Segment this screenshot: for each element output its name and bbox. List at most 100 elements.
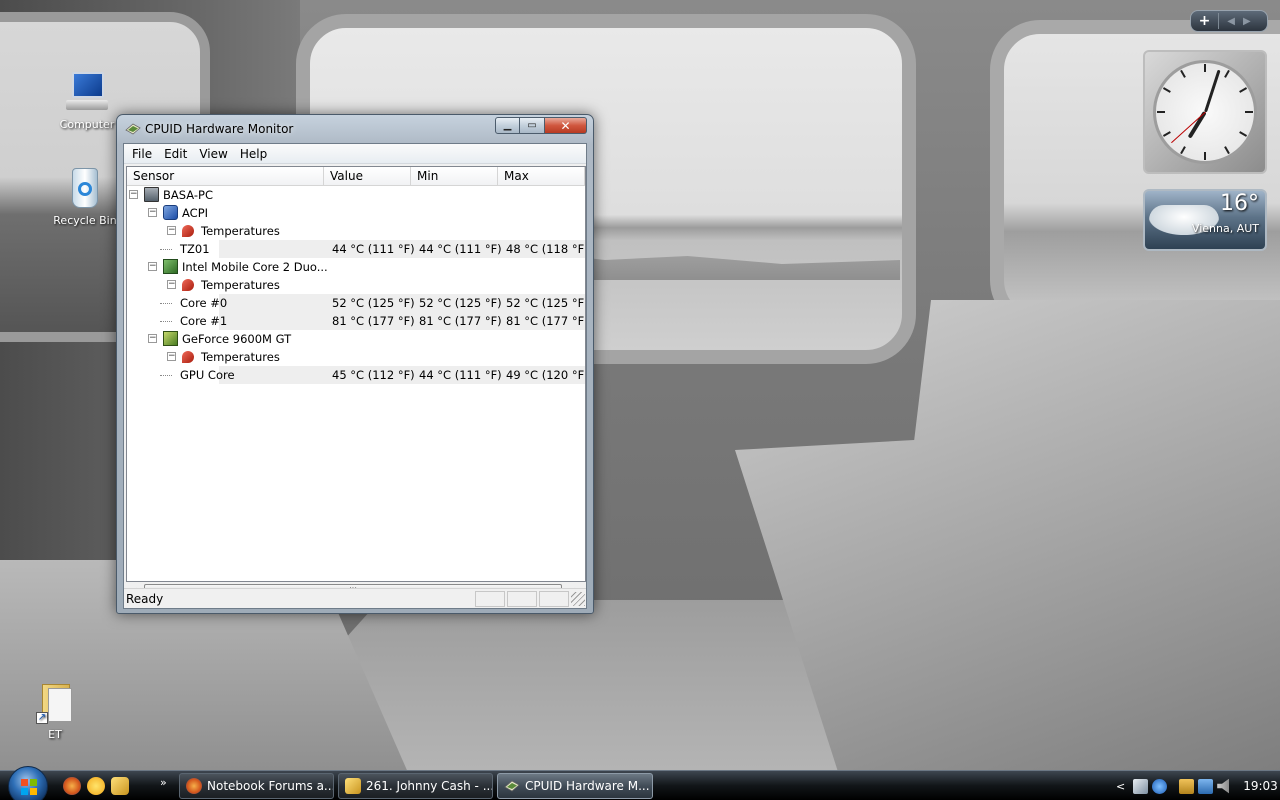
taskbar-clock[interactable]: 19:03 — [1243, 779, 1278, 793]
collapse-toggle-icon[interactable]: − — [148, 334, 157, 343]
resize-grip-icon[interactable] — [571, 591, 585, 606]
sensor-max-cell: 52 °C (125 °F) — [506, 296, 586, 310]
minimize-icon: ▁ — [503, 120, 512, 131]
sensor-reading-row[interactable]: GPU Core 45 °C (112 °F) 44 °C (111 °F) 49 °… — [127, 366, 585, 384]
column-header-min[interactable]: Min — [411, 167, 498, 185]
tree-node-row[interactable]: − GeForce 9600M GT — [127, 330, 585, 348]
thermometer-icon — [182, 351, 194, 363]
network-icon[interactable] — [1198, 778, 1214, 794]
computer-icon — [64, 70, 110, 116]
clock-gadget[interactable] — [1143, 50, 1267, 174]
cpu-icon — [163, 259, 178, 274]
close-button[interactable]: ✕ — [545, 117, 587, 134]
status-pane — [539, 590, 569, 607]
desktop-icon-computer[interactable]: Computer — [52, 70, 122, 131]
tool-icon[interactable] — [111, 777, 129, 795]
sensor-name: BASA-PC — [163, 188, 213, 202]
column-headers: Sensor Value Min Max — [127, 167, 585, 186]
tray-app-icon[interactable] — [1133, 778, 1149, 794]
sensor-reading-row[interactable]: Core #0 52 °C (125 °F) 52 °C (125 °F) 52 °C… — [127, 294, 585, 312]
tree-node-row[interactable]: − ACPI — [127, 204, 585, 222]
add-gadget-button[interactable]: + — [1191, 13, 1219, 29]
power-icon[interactable] — [1179, 778, 1195, 794]
maximize-icon: ▭ — [527, 120, 537, 131]
desktop-icon-recycle-bin[interactable]: Recycle Bin — [50, 166, 120, 227]
start-button[interactable] — [8, 766, 48, 800]
sensor-max-cell: 49 °C (120 °F) — [506, 368, 586, 382]
status-text: Ready — [126, 591, 164, 606]
weather-gadget[interactable]: 16° Vienna, AUT — [1143, 189, 1267, 251]
menu-file[interactable]: File — [126, 147, 158, 161]
menu-help[interactable]: Help — [234, 147, 273, 161]
desktop-icon-label: ET — [48, 728, 62, 741]
collapse-toggle-icon[interactable]: − — [167, 280, 176, 289]
menu-view[interactable]: View — [193, 147, 233, 161]
title-bar[interactable]: CPUID Hardware Monitor ▁ ▭ ✕ — [117, 115, 593, 143]
clock-tick — [1204, 64, 1206, 72]
sensor-value-cell: 52 °C (125 °F) — [332, 296, 415, 310]
volume-icon[interactable] — [1217, 778, 1230, 794]
desktop-icon-et[interactable]: ↗ ET — [20, 680, 90, 741]
sensor-min-cell: 44 °C (111 °F) — [419, 368, 502, 382]
taskbar-button-johnny-cash[interactable]: 261. Johnny Cash - ... — [338, 773, 493, 799]
minimize-button[interactable]: ▁ — [495, 117, 520, 134]
tray-network-app-icon[interactable] — [1152, 778, 1168, 794]
status-bar: Ready — [124, 588, 586, 608]
tool-icon — [345, 778, 361, 794]
cpuid-icon — [504, 780, 520, 792]
tree-node-row[interactable]: − Intel Mobile Core 2 Duo... — [127, 258, 585, 276]
clock-tick — [1224, 69, 1230, 78]
sensor-min-cell: 81 °C (177 °F) — [419, 314, 502, 328]
collapse-toggle-icon[interactable]: − — [167, 226, 176, 235]
clock-tick — [1162, 131, 1171, 137]
thermometer-icon — [182, 225, 194, 237]
sensor-name: TZ01 — [180, 242, 210, 256]
column-header-value[interactable]: Value — [324, 167, 411, 185]
taskbar-button-notebook-forums[interactable]: Notebook Forums a... — [179, 773, 334, 799]
taskbar-button-cpuid[interactable]: CPUID Hardware M... — [497, 773, 653, 799]
column-header-sensor[interactable]: Sensor — [127, 167, 324, 185]
collapse-toggle-icon[interactable]: − — [148, 262, 157, 271]
menu-edit[interactable]: Edit — [158, 147, 193, 161]
cpuid-app-icon — [125, 123, 141, 135]
firefox-icon — [186, 778, 202, 794]
tree-node-row[interactable]: − Temperatures — [127, 276, 585, 294]
caption-buttons: ▁ ▭ ✕ — [495, 117, 587, 134]
sensor-name: ACPI — [182, 206, 209, 220]
tree-body: − BASA-PC − ACPI − Temperatures TZ01 44 °C (111… — [127, 186, 585, 384]
clock-face — [1153, 60, 1257, 164]
column-header-max[interactable]: Max — [498, 167, 585, 185]
sensor-tree-list[interactable]: Sensor Value Min Max − BASA-PC − ACPI − Tempe… — [126, 166, 586, 582]
clock-tick — [1239, 87, 1248, 93]
firefox-icon[interactable] — [63, 777, 81, 795]
tree-node-row[interactable]: − Temperatures — [127, 348, 585, 366]
folder-shortcut-icon: ↗ — [32, 680, 78, 726]
weather-location: Vienna, AUT — [1191, 222, 1259, 235]
show-hidden-icons-button[interactable]: < — [1116, 780, 1125, 793]
sensor-value-cell: 81 °C (177 °F) — [332, 314, 415, 328]
sensor-name: Intel Mobile Core 2 Duo... — [182, 260, 328, 274]
messenger-icon[interactable] — [87, 777, 105, 795]
tree-connector — [160, 375, 172, 376]
collapse-toggle-icon[interactable]: − — [148, 208, 157, 217]
sensor-value-cell: 44 °C (111 °F) — [332, 242, 415, 256]
clock-tick — [1162, 87, 1171, 93]
sensor-reading-row[interactable]: Core #1 81 °C (177 °F) 81 °C (177 °F) 81 °C… — [127, 312, 585, 330]
collapse-toggle-icon[interactable]: − — [167, 352, 176, 361]
tree-node-row[interactable]: − Temperatures — [127, 222, 585, 240]
sidebar-gadget-controls: + ◀▶ — [1190, 10, 1268, 32]
collapse-toggle-icon[interactable]: − — [129, 190, 138, 199]
clock-tick — [1157, 111, 1165, 113]
sensor-max-cell: 81 °C (177 °F) — [506, 314, 586, 328]
cpuid-hardware-monitor-window: CPUID Hardware Monitor ▁ ▭ ✕ File Edit V… — [116, 114, 594, 614]
quick-launch-more-button[interactable]: » — [160, 776, 167, 789]
tree-connector — [160, 321, 172, 322]
weather-temperature: 16° — [1220, 191, 1259, 216]
sensor-reading-row[interactable]: TZ01 44 °C (111 °F) 44 °C (111 °F) 48 °C (1… — [127, 240, 585, 258]
close-icon: ✕ — [560, 118, 571, 133]
gadget-nav-arrows[interactable]: ◀▶ — [1219, 16, 1267, 27]
maximize-button[interactable]: ▭ — [520, 117, 545, 134]
tree-node-row[interactable]: − BASA-PC — [127, 186, 585, 204]
window-title: CPUID Hardware Monitor — [145, 122, 294, 136]
taskbar-button-label: 261. Johnny Cash - ... — [366, 779, 493, 793]
